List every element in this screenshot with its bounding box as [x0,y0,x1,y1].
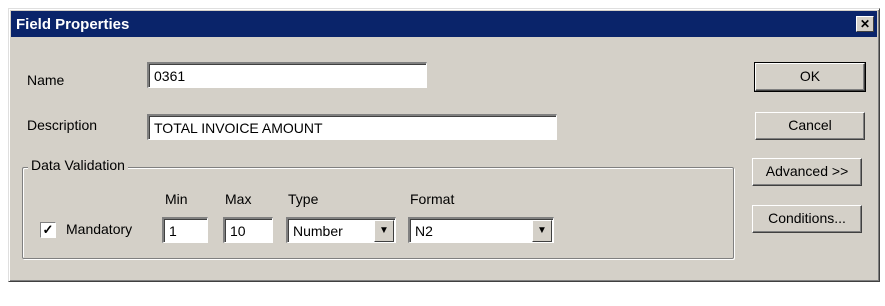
close-button[interactable]: ✕ [856,16,874,32]
data-validation-legend: Data Validation [28,157,128,173]
data-validation-group [22,167,734,259]
mandatory-label[interactable]: Mandatory [66,221,132,237]
min-label: Min [165,191,188,207]
max-label: Max [225,191,252,207]
window-title: Field Properties [16,16,130,33]
max-input[interactable]: 10 [223,217,273,243]
type-select-value: Number [293,223,343,239]
cancel-button[interactable]: Cancel [755,112,865,140]
description-label: Description [27,117,98,133]
name-label: Name [27,72,65,88]
name-input[interactable]: 0361 [147,62,427,88]
type-select[interactable]: Number ▼ [286,217,396,243]
ok-button[interactable]: OK [754,62,866,92]
title-bar[interactable]: Field Properties ✕ [11,11,877,37]
format-dropdown-icon[interactable]: ▼ [532,220,552,242]
type-dropdown-icon[interactable]: ▼ [374,220,394,242]
format-select[interactable]: N2 ▼ [408,217,554,243]
min-input[interactable]: 1 [162,217,208,243]
format-label: Format [410,191,455,207]
conditions-button[interactable]: Conditions... [752,205,862,233]
description-input[interactable]: TOTAL INVOICE AMOUNT [147,114,557,140]
mandatory-checkbox[interactable]: ✓ [40,222,56,238]
type-label: Type [288,191,319,207]
format-select-value: N2 [415,223,433,239]
advanced-button[interactable]: Advanced >> [752,158,862,186]
